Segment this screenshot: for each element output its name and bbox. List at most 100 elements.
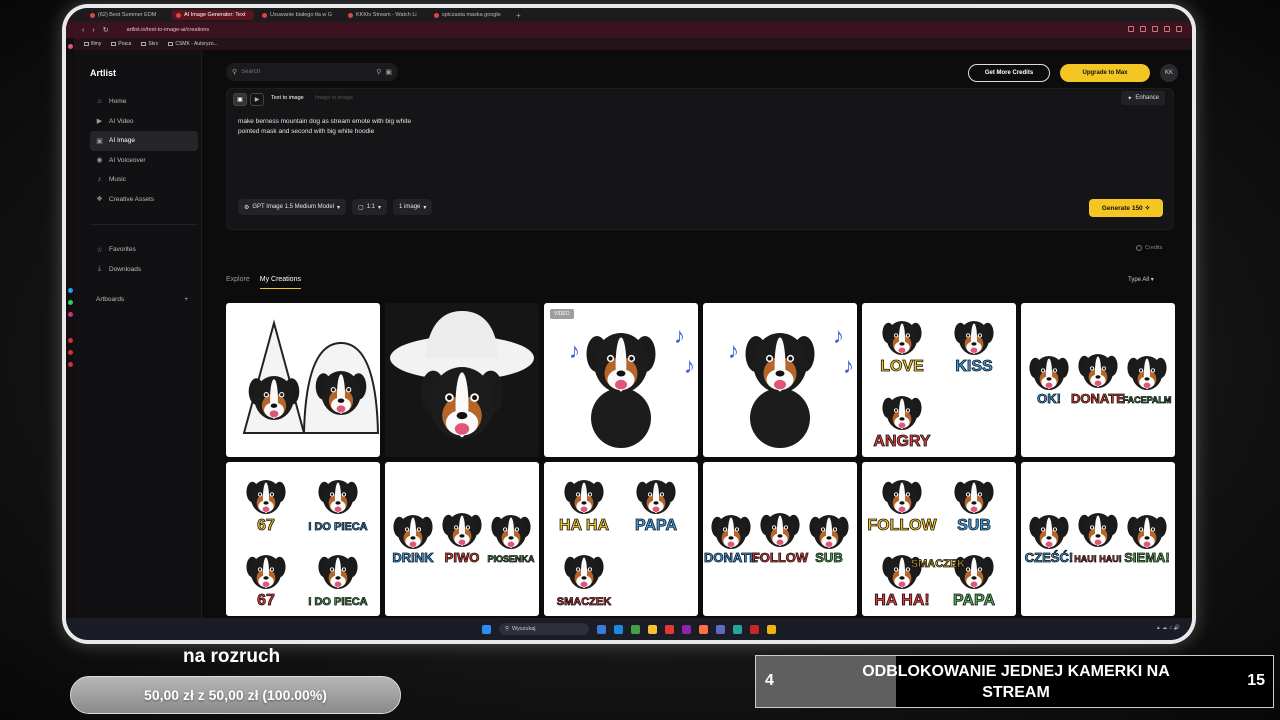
dog-emote [636, 480, 676, 514]
browser-tab[interactable]: AI Image Generator: Text [172, 10, 254, 20]
tab-my-creations[interactable]: My Creations [259, 276, 301, 289]
windows-start-icon[interactable] [482, 624, 491, 634]
extension-icon[interactable] [1128, 26, 1134, 32]
instagram-icon[interactable] [68, 312, 73, 317]
extension-icon[interactable] [1152, 26, 1158, 32]
browser-tab[interactable]: Usuwanie białego tła w G [258, 10, 340, 20]
dog-emote [318, 480, 358, 514]
artlist-logo[interactable]: Artlist [90, 68, 116, 78]
app-icon[interactable] [68, 338, 73, 343]
sidebar-item-label: AI Video [109, 117, 134, 125]
type-filter[interactable]: Type All ▾ [1128, 276, 1154, 283]
profile-icon[interactable] [1176, 26, 1182, 32]
add-artboard-icon[interactable]: + [184, 296, 188, 303]
bookmark-icon[interactable] [1164, 26, 1170, 32]
creation-card[interactable] [226, 303, 380, 457]
sidebar-item-downloads[interactable]: ⤓ Downloads [90, 260, 198, 280]
url-field[interactable]: artlist.io/text-to-image-ai/creations [127, 27, 210, 33]
whatsapp-icon[interactable] [68, 300, 73, 305]
browser-tab[interactable]: (62) Best Summer EDM [86, 10, 168, 20]
system-tray[interactable]: ▲ ☁ ♫ 🔊 [1156, 625, 1180, 631]
creation-card[interactable]: ♪ ♪ ♪ VIDEO [544, 303, 698, 457]
reload-icon[interactable]: ↻ [103, 26, 109, 34]
browser-tab[interactable]: spiczasta maska google [430, 10, 512, 20]
count-select[interactable]: 1 image ▾ [393, 199, 433, 215]
image-search-icon[interactable]: ▣ [385, 68, 392, 76]
prompt-line: make berness mountain dog as stream emot… [238, 118, 412, 125]
creation-card[interactable]: 67 I DO PIECA 67 I DO PIECA [226, 462, 380, 616]
extension-icon[interactable] [1140, 26, 1146, 32]
sidebar-item-ai-voiceover[interactable]: ◉ AI Voiceover [90, 151, 198, 171]
avatar[interactable]: KK [1160, 64, 1178, 82]
creation-card[interactable]: DRINK PIWO PIOSENKA [385, 462, 539, 616]
app-icon[interactable] [597, 624, 606, 634]
get-more-credits-button[interactable]: Get More Credits [968, 64, 1050, 82]
prompt-textarea[interactable]: make berness mountain dog as stream emot… [238, 117, 448, 137]
image-mode-icon[interactable]: ▣ [233, 93, 247, 106]
tab-explore[interactable]: Explore [226, 276, 250, 289]
app-icon[interactable] [648, 624, 657, 634]
dog-emote [318, 555, 358, 589]
image-icon: ▣ [96, 137, 103, 145]
app-icon[interactable] [68, 362, 73, 367]
app-icon[interactable] [699, 624, 708, 634]
app-icon[interactable] [733, 624, 742, 634]
creation-card[interactable]: OK! DONATE FACEPALM [1021, 303, 1175, 457]
bookmark-item[interactable]: filmy [84, 41, 101, 47]
app-icon[interactable] [68, 350, 73, 355]
creation-card[interactable]: ♪ ♪ ♪ [703, 303, 857, 457]
sidebar-item-favorites[interactable]: ☆ Favorites [90, 240, 198, 260]
browser-tab[interactable]: KKKtv Stream - Watch Li [344, 10, 426, 20]
app-icon[interactable] [665, 624, 674, 634]
sidebar-item-creative-assets[interactable]: ❖ Creative Assets [90, 190, 198, 210]
search-icon: ⚲ [232, 69, 238, 76]
dog-emote [1078, 513, 1118, 547]
chevron-down-icon: ▾ [423, 204, 427, 211]
sparkle-icon: ✧ [1144, 205, 1151, 212]
goal-current: 4 [765, 672, 774, 689]
sidebar-item-ai-video[interactable]: ▶ AI Video [90, 112, 198, 132]
search-input[interactable] [241, 69, 373, 75]
creation-card[interactable]: LOVE KISS ANGRY [862, 303, 1016, 457]
app-icon[interactable] [631, 624, 640, 634]
type-filter-label: Type [1128, 277, 1142, 283]
video-mode-icon[interactable]: ▶ [250, 93, 264, 106]
sidebar-item-label: Music [109, 176, 126, 184]
messenger-icon[interactable] [68, 288, 73, 293]
tab-image-to-image[interactable]: Image to image [315, 95, 353, 101]
upgrade-button[interactable]: Upgrade to Max [1060, 64, 1150, 82]
bookmark-item[interactable]: Praca [111, 41, 131, 47]
creation-thumbnail: ♪ ♪ ♪ [569, 323, 695, 448]
app-icon[interactable] [614, 624, 623, 634]
generate-button[interactable]: Generate 150 ✧ [1089, 199, 1163, 217]
creation-thumbnail: HA HA PAPA SMACZEK [556, 480, 678, 608]
back-icon[interactable]: ‹ [82, 27, 84, 34]
app-icon[interactable] [750, 624, 759, 634]
sidebar-item-home[interactable]: ⌂ Home [90, 92, 198, 112]
browser-tab-title: spiczasta maska google [442, 12, 501, 18]
forward-icon[interactable]: › [92, 27, 94, 34]
search-bar[interactable]: ⚲ ⚲ ▣ [226, 63, 398, 81]
artboards-section[interactable]: Artboards + [96, 296, 188, 303]
model-select[interactable]: ⚙ GPT Image 1.5 Medium Model ▾ [238, 199, 346, 215]
home-icon[interactable] [68, 44, 73, 49]
search-submit-icon[interactable]: ⚲ [376, 68, 381, 76]
creation-card[interactable]: CZEŚĆ! HAU! HAU! SIEMA! [1021, 462, 1175, 616]
ratio-select[interactable]: ▢ 1:1 ▾ [352, 199, 388, 215]
enhance-button[interactable]: ✦ Enhance [1121, 91, 1165, 105]
sidebar-item-music[interactable]: ♪ Music [90, 170, 198, 190]
new-tab-icon[interactable]: + [516, 11, 526, 20]
sidebar-item-ai-image[interactable]: ▣ AI Image [90, 131, 198, 151]
bookmark-item[interactable]: CSMK - Autoryzo... [168, 41, 218, 47]
creation-card[interactable]: HA HA PAPA SMACZEK [544, 462, 698, 616]
creation-card[interactable]: FOLLOW SUB HA HA! PAPA SMACZEK [862, 462, 1016, 616]
creation-card[interactable] [385, 303, 539, 457]
tab-text-to-image[interactable]: Text to image [271, 95, 304, 101]
creation-card[interactable]: DONATE FOLLOW SUB [703, 462, 857, 616]
app-icon[interactable] [682, 624, 691, 634]
creation-thumbnail: DRINK PIWO PIOSENKA [392, 513, 535, 565]
bookmark-item[interactable]: Skrv [141, 41, 158, 47]
app-icon[interactable] [767, 624, 776, 634]
taskbar-search[interactable]: ⚲ Wyszukaj [499, 623, 589, 635]
app-icon[interactable] [716, 624, 725, 634]
